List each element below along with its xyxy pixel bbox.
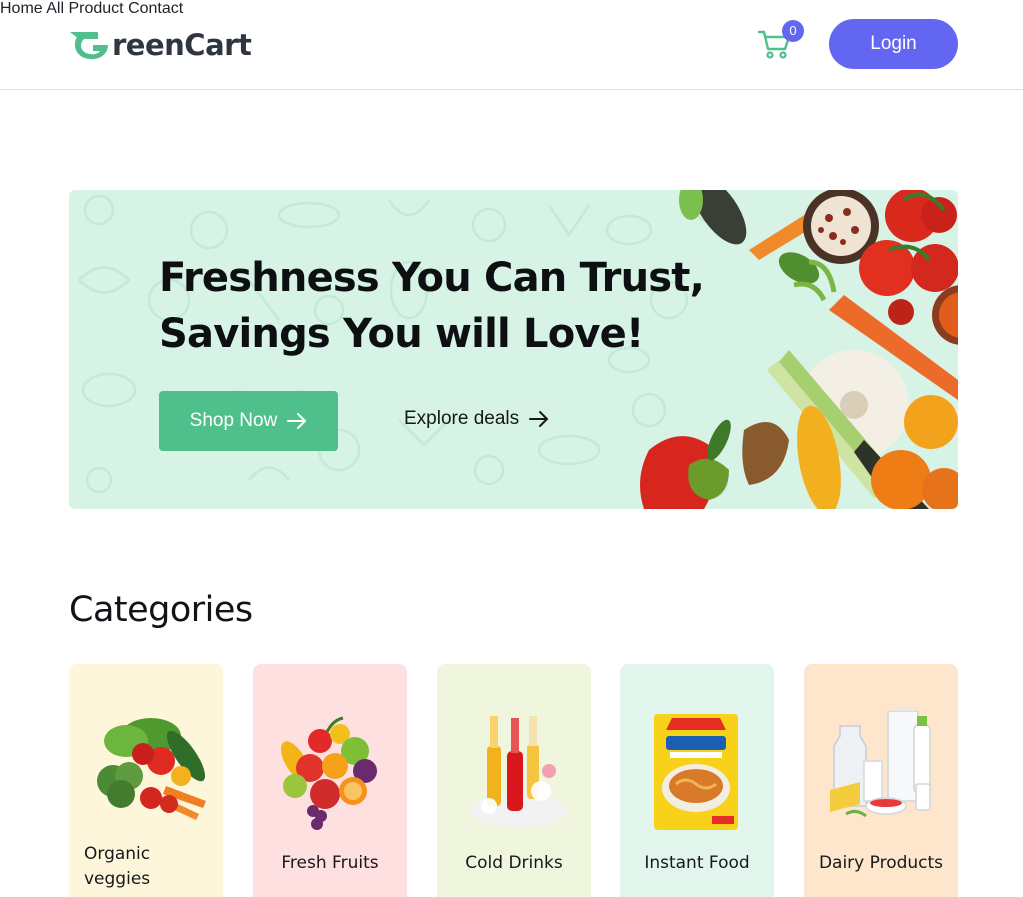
- logo[interactable]: reenCart: [68, 26, 252, 64]
- explore-deals-label: Explore deals: [404, 408, 520, 429]
- organic-veggies-image: [97, 718, 206, 820]
- login-button[interactable]: Login: [829, 19, 958, 69]
- hero-title-line-1: Freshness You Can Trust,: [159, 255, 705, 301]
- cold-drinks-image: [471, 716, 567, 827]
- category-label: Instant Food: [644, 853, 750, 873]
- category-card-instant-food[interactable]: Instant Food: [620, 664, 774, 897]
- cart-count-badge: 0: [782, 20, 804, 42]
- category-label: Dairy Products: [818, 853, 944, 873]
- fresh-fruits-image: [281, 716, 377, 830]
- category-card-dairy-products[interactable]: Dairy Products: [804, 664, 958, 897]
- hero-title-line-2: Savings You will Love!: [159, 311, 644, 357]
- logo-text: reenCart: [112, 28, 252, 62]
- site-header: reenCart Home All Product Contact 0 Logi…: [0, 0, 1023, 90]
- category-card-organic-veggies[interactable]: Organic veggies: [69, 664, 223, 897]
- vegetables-image: [640, 190, 958, 509]
- arrow-right-icon: [287, 413, 307, 429]
- category-card-fresh-fruits[interactable]: Fresh Fruits: [253, 664, 407, 897]
- categories-heading: Categories: [69, 590, 253, 630]
- category-label: Cold Drinks: [465, 853, 563, 873]
- instant-food-image: [654, 714, 738, 830]
- nav-home-link[interactable]: Home: [0, 0, 43, 17]
- hero-banner: Freshness You Can Trust, Savings You wil…: [69, 190, 958, 509]
- arrow-right-icon: [529, 411, 549, 427]
- hero-title: Freshness You Can Trust, Savings You wil…: [159, 250, 705, 362]
- explore-deals-link[interactable]: Explore deals: [404, 408, 549, 430]
- category-card-cold-drinks[interactable]: Cold Drinks: [437, 664, 591, 897]
- nav-contact-link[interactable]: Contact: [128, 0, 183, 17]
- shop-now-button[interactable]: Shop Now: [159, 391, 338, 451]
- category-label: Fresh Fruits: [281, 853, 379, 873]
- nav-all-product-link[interactable]: All Product: [46, 0, 123, 17]
- dairy-products-image: [830, 707, 931, 818]
- shop-now-label: Shop Now: [189, 410, 278, 431]
- category-label: Organic veggies: [84, 844, 151, 889]
- greencart-logo-icon: [70, 32, 108, 60]
